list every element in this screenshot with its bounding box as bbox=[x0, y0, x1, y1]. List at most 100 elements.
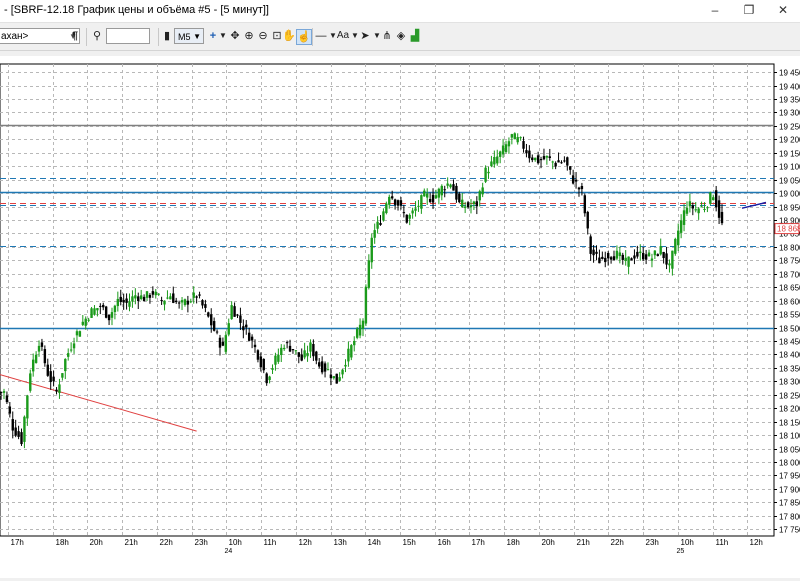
candle-body bbox=[636, 251, 639, 257]
candle-body bbox=[621, 254, 624, 260]
timeframe-select[interactable]: M5 ▼ bbox=[174, 28, 204, 44]
candle-body bbox=[542, 156, 546, 160]
candle-body bbox=[382, 211, 385, 221]
candle-body bbox=[671, 250, 674, 269]
candle-body bbox=[341, 369, 344, 375]
candle-body bbox=[388, 196, 391, 205]
candle-body bbox=[239, 315, 242, 323]
price-chart[interactable]: 17h 18h 20h 21h 22h 23h 10h 11h 12h 13h 14h 15h 16h 1… bbox=[0, 56, 800, 578]
candle-body bbox=[431, 194, 435, 203]
candle-body bbox=[338, 377, 341, 381]
layers-icon[interactable]: ◈ bbox=[394, 29, 408, 43]
instrument-settings-icon[interactable]: ¶ bbox=[68, 29, 82, 43]
candle-body bbox=[177, 302, 181, 304]
candle-body bbox=[700, 206, 703, 208]
candle-body bbox=[26, 395, 29, 419]
y-tick-label: 18 050 bbox=[779, 446, 800, 455]
candle-body bbox=[682, 210, 686, 225]
hand-icon[interactable]: ✋ bbox=[282, 29, 296, 43]
candle-body bbox=[601, 256, 604, 259]
candle-body bbox=[478, 191, 481, 201]
close-button[interactable]: ✕ bbox=[766, 0, 800, 22]
candle-body bbox=[256, 350, 260, 360]
candle-body bbox=[344, 364, 347, 367]
zoom-in-icon[interactable]: ⊕ bbox=[242, 29, 256, 43]
candle-body bbox=[87, 319, 90, 321]
candle-body bbox=[265, 373, 268, 384]
candle-body bbox=[498, 151, 502, 157]
y-tick-label: 17 900 bbox=[779, 486, 800, 495]
select-cursor-icon[interactable]: ☝ bbox=[296, 29, 312, 45]
candle-body bbox=[245, 324, 248, 328]
candle-body bbox=[694, 209, 697, 211]
candle-body bbox=[437, 188, 441, 198]
search-icon[interactable]: ⚲ bbox=[90, 29, 104, 43]
candle-body bbox=[350, 345, 353, 358]
move-icon[interactable]: ✥ bbox=[228, 29, 242, 43]
y-tick-label: 19 100 bbox=[779, 163, 800, 172]
candle-body bbox=[262, 358, 265, 371]
candle-body bbox=[659, 246, 662, 255]
candle-body bbox=[253, 344, 257, 348]
candle-body bbox=[677, 230, 680, 246]
candle-body bbox=[160, 299, 163, 301]
y-tick-label: 19 150 bbox=[779, 150, 800, 159]
candle-body bbox=[618, 252, 622, 257]
candle-body bbox=[411, 210, 414, 214]
candle-body bbox=[393, 199, 397, 205]
zoom-out-icon[interactable]: ⊖ bbox=[256, 29, 270, 43]
candle-body bbox=[697, 208, 700, 214]
chart-type-icon[interactable]: ▮ bbox=[160, 29, 174, 43]
candle-body bbox=[709, 192, 712, 204]
search-input[interactable] bbox=[106, 28, 150, 44]
indicators-icon[interactable]: ▟ bbox=[408, 29, 422, 43]
maximize-button[interactable]: ❐ bbox=[732, 0, 766, 22]
candle-body bbox=[72, 343, 76, 349]
candle-body bbox=[137, 296, 140, 302]
candle-body bbox=[688, 201, 692, 207]
candle-body bbox=[496, 156, 499, 164]
x-tick-label: 17h bbox=[11, 538, 24, 547]
candle-body bbox=[271, 368, 274, 370]
x-tick-label: 15h bbox=[403, 538, 416, 547]
candle-body bbox=[128, 301, 131, 307]
candle-body bbox=[420, 195, 423, 209]
x-tick-label: 23h bbox=[195, 538, 208, 547]
candle-body bbox=[224, 335, 228, 352]
current-price-label: 18 868 bbox=[777, 225, 800, 234]
candle-body bbox=[714, 190, 718, 208]
candle-body bbox=[55, 389, 58, 392]
minimize-button[interactable]: – bbox=[698, 0, 732, 22]
candle-body bbox=[116, 298, 120, 307]
candle-body bbox=[452, 184, 455, 191]
candle-body bbox=[215, 331, 219, 333]
candle-body bbox=[5, 395, 9, 403]
chart-area[interactable]: 17h 18h 20h 21h 22h 23h 10h 11h 12h 13h 14h 15h 16h 1… bbox=[0, 56, 800, 578]
candle-body bbox=[405, 214, 408, 223]
candle-body bbox=[385, 203, 388, 214]
x-tick-label: 23h bbox=[646, 538, 659, 547]
candle-body bbox=[329, 374, 333, 379]
candle-body bbox=[641, 252, 645, 260]
candle-body bbox=[323, 363, 327, 372]
fan-tool-icon[interactable]: ⋔ bbox=[380, 29, 394, 43]
toolbar-separator bbox=[158, 28, 159, 46]
candle-body bbox=[31, 359, 35, 372]
x-tick-label: 21h bbox=[577, 538, 590, 547]
date-marker-label: 25 bbox=[677, 548, 685, 555]
candle-body bbox=[204, 304, 207, 308]
candle-body bbox=[668, 263, 671, 266]
candle-body bbox=[624, 257, 627, 261]
candle-body bbox=[653, 250, 657, 256]
candle-body bbox=[399, 200, 403, 206]
candle-body bbox=[198, 294, 201, 296]
y-tick-label: 19 050 bbox=[779, 177, 800, 186]
candle-body bbox=[571, 175, 575, 184]
candle-body bbox=[662, 251, 665, 259]
candle-body bbox=[227, 323, 230, 335]
candle-body bbox=[309, 342, 312, 352]
candle-body bbox=[326, 369, 330, 371]
candle-body bbox=[536, 155, 540, 164]
candle-body bbox=[390, 196, 394, 199]
candle-body bbox=[230, 305, 233, 320]
